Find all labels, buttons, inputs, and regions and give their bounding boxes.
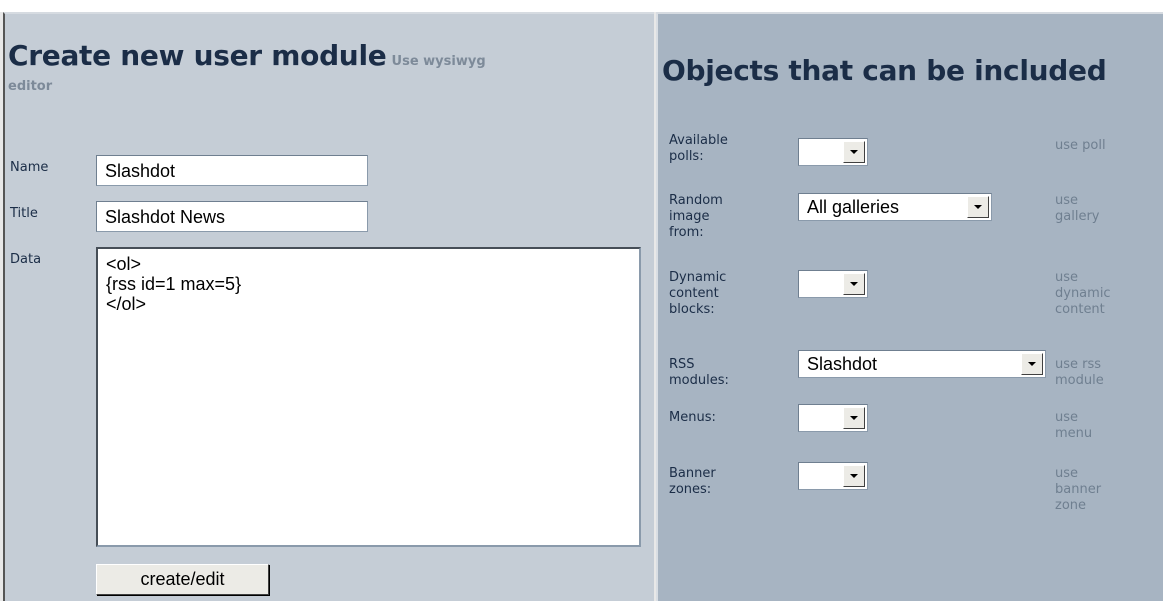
gallery-select-value: All galleries [807, 197, 900, 217]
data-line: </ol> [106, 294, 147, 314]
polls-label-line: polls: [669, 149, 704, 164]
chevron-down-icon[interactable] [843, 465, 865, 487]
banner-zones-select[interactable] [798, 462, 868, 490]
chevron-down-icon[interactable] [1021, 353, 1043, 375]
rss-modules-select[interactable]: Slashdot [798, 350, 1046, 378]
create-module-heading: Create new user module Use wysiwyg edito… [8, 39, 628, 94]
dynamic-content-label-line: blocks: [669, 302, 715, 317]
use-dynamic-content-link[interactable]: use dynamic content [1055, 270, 1111, 318]
use-menu-link[interactable]: use menu [1055, 410, 1092, 442]
use-banner-zone-line: zone [1055, 498, 1087, 513]
use-banner-zone-link[interactable]: use banner zone [1055, 466, 1101, 514]
rss-modules-select-value: Slashdot [807, 354, 878, 374]
data-label: Data [10, 252, 42, 267]
polls-label: Available polls: [669, 133, 728, 165]
chevron-down-icon[interactable] [843, 273, 865, 295]
use-poll-link[interactable]: use poll [1055, 138, 1106, 154]
gallery-label-line: Random [669, 193, 723, 208]
use-dynamic-content-line: use [1055, 270, 1079, 285]
gallery-label: Random image from: [669, 193, 723, 241]
banner-zones-label: Banner zones: [669, 466, 716, 498]
banner-zones-label-line: Banner [669, 466, 716, 481]
rss-modules-label: RSS modules: [669, 357, 729, 389]
use-gallery-line: use [1055, 193, 1079, 208]
gallery-label-line: image [669, 209, 710, 224]
use-rss-module-line: module [1055, 373, 1104, 388]
use-gallery-link[interactable]: use gallery [1055, 193, 1099, 225]
data-textarea[interactable]: <ol> {rss id=1 max=5} </ol> [96, 247, 641, 547]
gallery-label-line: from: [669, 225, 704, 240]
rss-modules-label-line: modules: [669, 373, 729, 388]
objects-title: Objects that can be included [662, 54, 1107, 87]
chevron-down-icon[interactable] [967, 196, 989, 218]
data-line: {rss id=1 max=5} [106, 274, 242, 294]
banner-zones-label-line: zones: [669, 482, 712, 497]
title-input[interactable]: Slashdot News [96, 201, 368, 232]
data-line: <ol> [106, 254, 142, 274]
dynamic-content-label-line: content [669, 286, 719, 301]
use-banner-zone-line: use [1055, 466, 1079, 481]
chevron-down-icon[interactable] [843, 407, 865, 429]
use-menu-line: use [1055, 410, 1079, 425]
wysiwyg-link-continued[interactable]: editor [8, 80, 52, 93]
use-poll-line: use poll [1055, 138, 1106, 153]
menus-label-line: Menus: [669, 410, 716, 425]
use-banner-zone-line: banner [1055, 482, 1102, 497]
use-dynamic-content-line: dynamic [1055, 286, 1111, 301]
gallery-select[interactable]: All galleries [798, 193, 992, 221]
menus-label: Menus: [669, 410, 716, 426]
polls-label-line: Available [669, 133, 728, 148]
name-label: Name [10, 160, 49, 175]
use-rss-module-link[interactable]: use rss module [1055, 357, 1104, 389]
menus-select[interactable] [798, 404, 868, 432]
rss-modules-label-line: RSS [669, 357, 695, 372]
page-title: Create new user module [8, 39, 387, 72]
name-input[interactable]: Slashdot [96, 155, 368, 186]
polls-select[interactable] [798, 138, 868, 166]
wysiwyg-link[interactable]: Use wysiwyg [392, 54, 486, 69]
use-gallery-line: gallery [1055, 209, 1100, 224]
use-rss-module-line: use rss [1055, 357, 1102, 372]
dynamic-content-select[interactable] [798, 270, 868, 298]
title-label: Title [10, 206, 38, 221]
chevron-down-icon[interactable] [843, 141, 865, 163]
use-menu-line: menu [1055, 426, 1093, 441]
dynamic-content-label: Dynamic content blocks: [669, 270, 726, 318]
use-dynamic-content-line: content [1055, 302, 1105, 317]
dynamic-content-label-line: Dynamic [669, 270, 727, 285]
create-edit-button[interactable]: create/edit [96, 564, 269, 595]
